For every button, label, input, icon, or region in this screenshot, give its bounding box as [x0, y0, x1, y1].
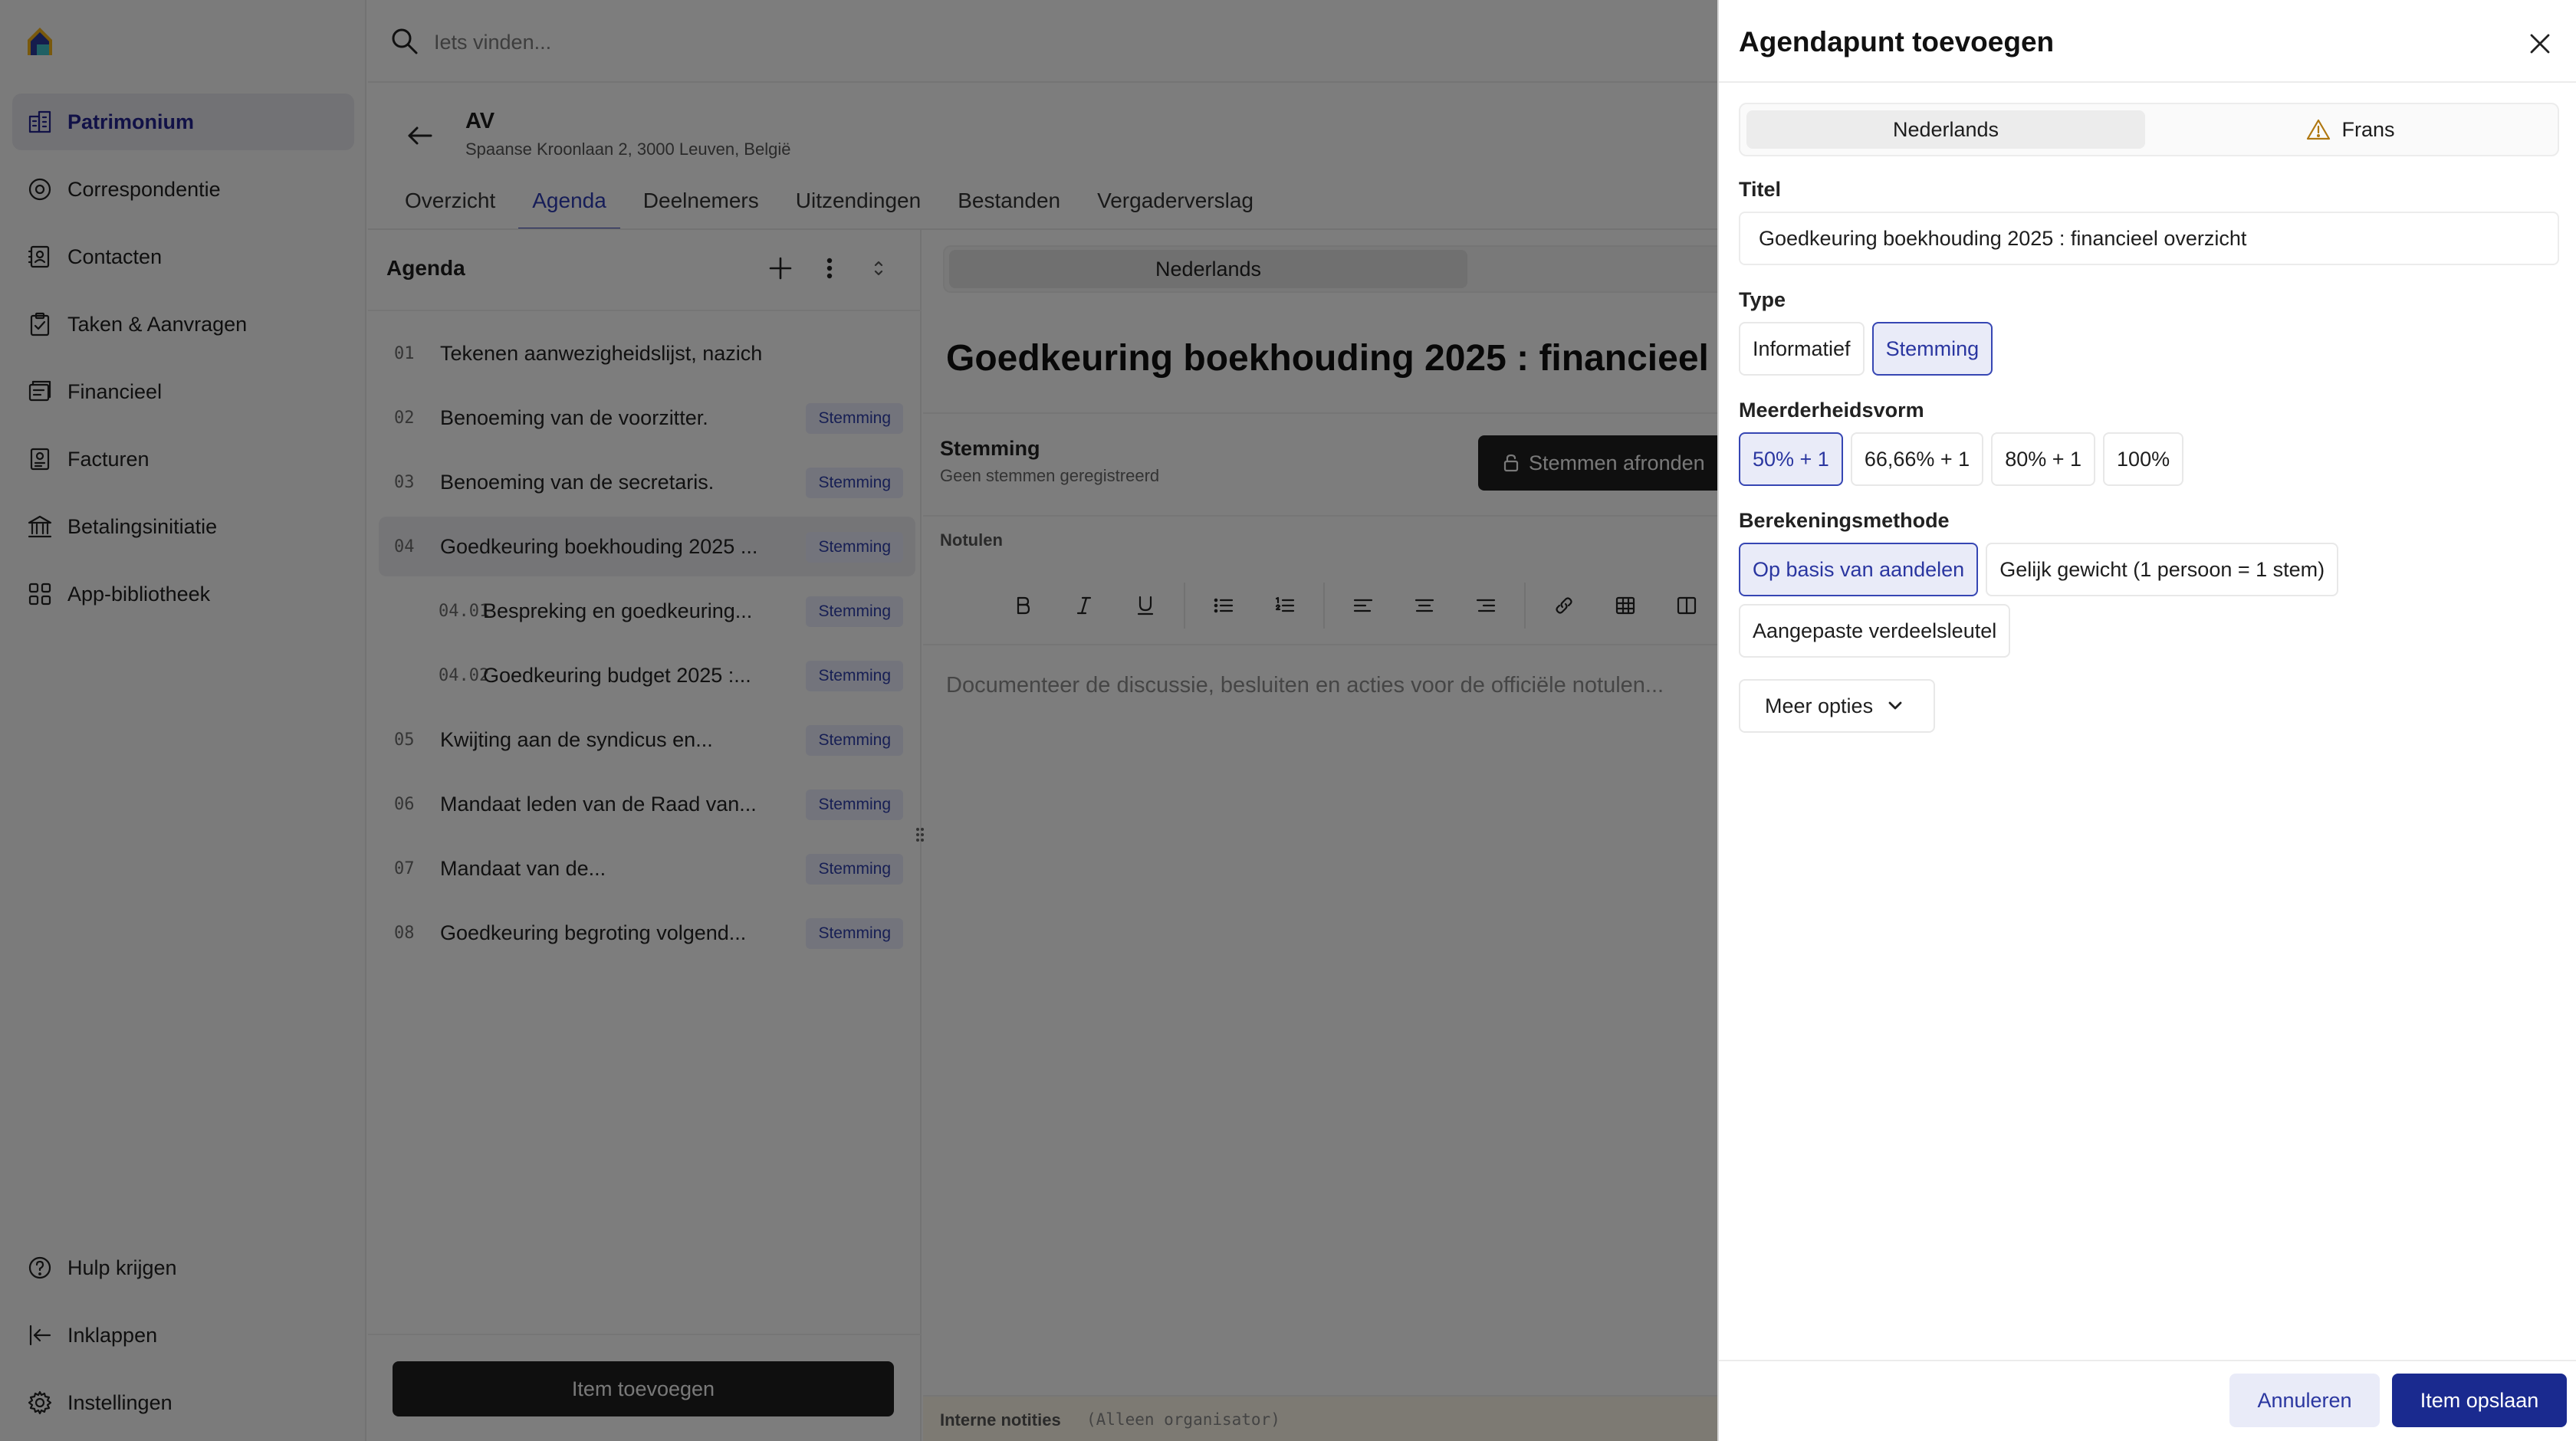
title-input[interactable]: [1739, 212, 2559, 265]
type-option-informatief[interactable]: Informatief: [1739, 322, 1865, 376]
majority-option-100[interactable]: 100%: [2103, 432, 2184, 486]
majority-option-80[interactable]: 80% + 1: [1991, 432, 2096, 486]
calc-option-shares[interactable]: Op basis van aandelen: [1739, 543, 1979, 596]
dialog-language-switch: Nederlands Frans: [1739, 103, 2559, 156]
majority-option-50[interactable]: 50% + 1: [1739, 432, 1843, 486]
divider: [1719, 81, 2576, 83]
majority-label: Meerderheidsvorm: [1739, 399, 1924, 422]
chevron-down-icon: [1873, 696, 1905, 716]
type-option-stemming[interactable]: Stemming: [1871, 322, 1993, 376]
save-item-button[interactable]: Item opslaan: [2392, 1374, 2567, 1427]
add-agenda-item-dialog: Agendapunt toevoegen Nederlands Frans Ti…: [1717, 0, 2576, 1441]
calculation-options: Op basis van aandelen Gelijk gewicht (1 …: [1739, 543, 2346, 596]
cancel-button[interactable]: Annuleren: [2229, 1374, 2380, 1427]
majority-options: 50% + 1 66,66% + 1 80% + 1 100%: [1739, 432, 2191, 486]
warning-icon: [2306, 118, 2341, 141]
type-options: Informatief Stemming: [1739, 322, 2000, 376]
majority-option-66[interactable]: 66,66% + 1: [1850, 432, 1984, 486]
modal-backdrop[interactable]: [0, 0, 1717, 1441]
calc-option-custom-key[interactable]: Aangepaste verdeelsleutel: [1739, 604, 2011, 658]
close-icon: [2527, 31, 2553, 57]
divider: [1719, 1360, 2576, 1361]
more-options-button[interactable]: Meer opties: [1739, 679, 1935, 733]
dialog-title: Agendapunt toevoegen: [1739, 26, 2055, 57]
type-label: Type: [1739, 288, 1786, 311]
close-button[interactable]: [2524, 28, 2556, 60]
calculation-options-row2: Aangepaste verdeelsleutel: [1739, 604, 2018, 658]
title-label: Titel: [1739, 178, 1782, 201]
calc-option-equal-weight[interactable]: Gelijk gewicht (1 persoon = 1 stem): [1986, 543, 2339, 596]
more-options-label: Meer opties: [1765, 694, 1874, 717]
calculation-label: Berekeningsmethode: [1739, 509, 1950, 532]
language-tab-frans[interactable]: Frans: [2151, 110, 2550, 149]
language-label: Frans: [2341, 117, 2395, 141]
language-tab-nederlands[interactable]: Nederlands: [1746, 110, 2145, 149]
